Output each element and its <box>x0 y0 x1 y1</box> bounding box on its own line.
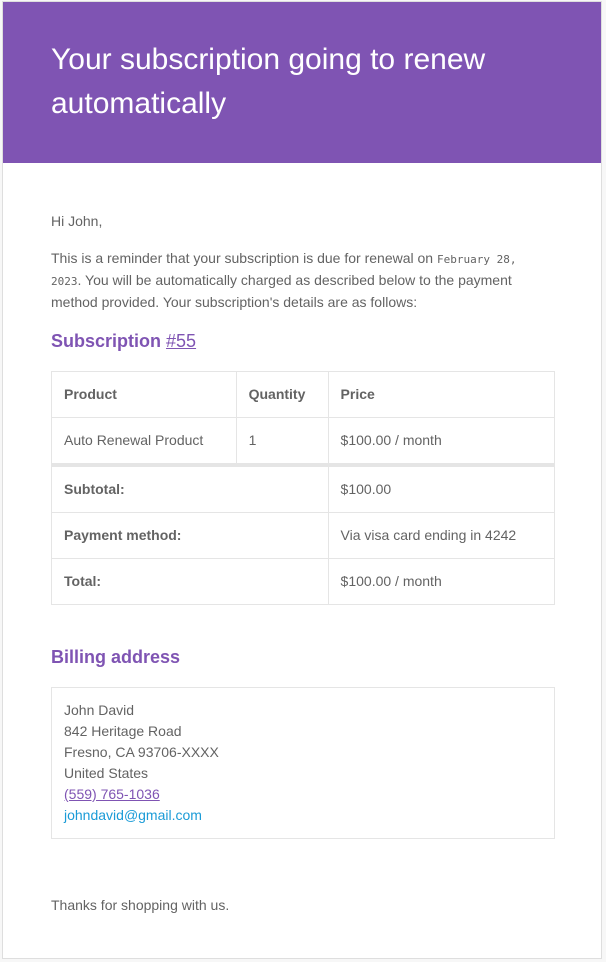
payment-method-value: Via visa card ending in 4242 <box>327 512 556 559</box>
product-name: Auto Renewal Product <box>51 417 237 466</box>
subtotal-label: Subtotal: <box>51 463 329 513</box>
totals-row-payment-method: Payment method: Via visa card ending in … <box>51 512 556 559</box>
column-header-quantity: Quantity <box>235 371 329 418</box>
table-header-row: Product Quantity Price <box>51 371 556 418</box>
intro-text-after: . You will be automatically charged as d… <box>51 272 512 310</box>
greeting: Hi John, <box>51 213 103 229</box>
subscription-heading: Subscription #55 <box>51 329 553 353</box>
billing-heading: Billing address <box>51 647 181 667</box>
column-header-price: Price <box>327 371 556 418</box>
totals-row-total: Total: $100.00 / month <box>51 558 556 605</box>
product-quantity: 1 <box>235 417 329 466</box>
email-container: Your subscription going to renew automat… <box>2 1 602 959</box>
subscription-heading-label: Subscription <box>51 331 167 351</box>
billing-email-link[interactable]: johndavid@gmail.com <box>64 807 202 823</box>
billing-country: United States <box>64 765 149 781</box>
closing-text: Thanks for shopping with us. <box>51 897 230 913</box>
payment-method-label: Payment method: <box>51 512 329 559</box>
total-label: Total: <box>51 558 329 605</box>
billing-city: Fresno, CA 93706-XXXX <box>64 744 219 760</box>
email-header: Your subscription going to renew automat… <box>3 2 601 163</box>
billing-phone-link[interactable]: (559) 765-1036 <box>64 786 160 802</box>
subscription-number-link[interactable]: #55 <box>166 331 196 351</box>
subtotal-value: $100.00 <box>327 463 556 513</box>
total-value: $100.00 / month <box>327 558 556 605</box>
totals-row-subtotal: Subtotal: $100.00 <box>51 463 556 513</box>
intro-text-before: This is a reminder that your subscriptio… <box>51 250 437 266</box>
table-row: Auto Renewal Product 1 $100.00 / month <box>51 417 556 466</box>
column-header-product: Product <box>51 371 237 418</box>
email-body: Hi John, This is a reminder that your su… <box>3 163 601 916</box>
subscription-table: Product Quantity Price Auto Renewal Prod… <box>51 371 556 605</box>
intro-paragraph: This is a reminder that your subscriptio… <box>51 248 553 313</box>
email-title: Your subscription going to renew automat… <box>51 43 486 120</box>
billing-street: 842 Heritage Road <box>64 723 182 739</box>
billing-address: John David 842 Heritage Road Fresno, CA … <box>51 687 555 839</box>
billing-name: John David <box>64 702 135 718</box>
product-price: $100.00 / month <box>327 417 556 466</box>
